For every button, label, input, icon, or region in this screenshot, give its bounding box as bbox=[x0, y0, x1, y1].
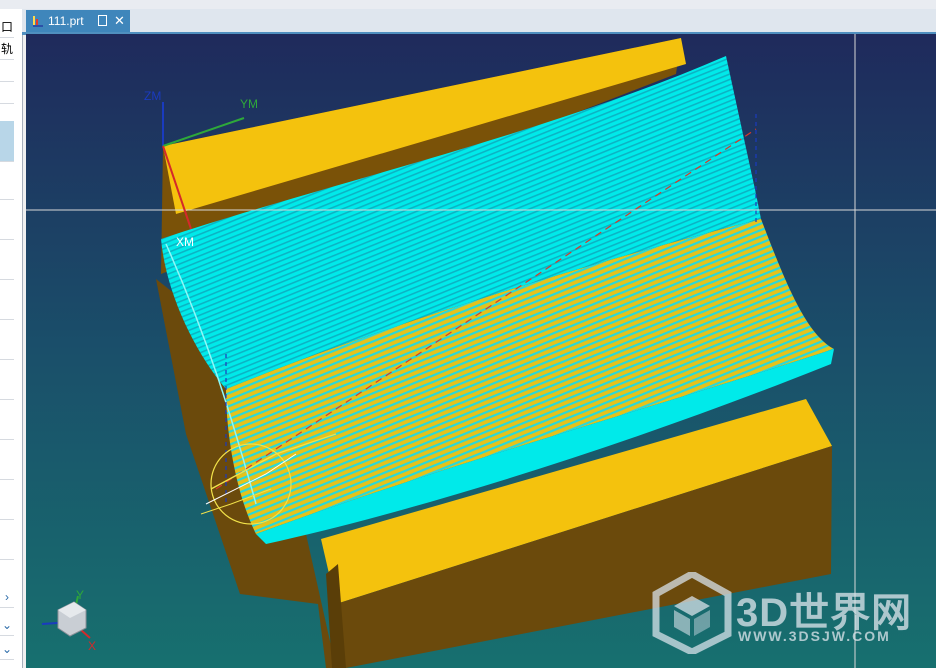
chevron-down-icon[interactable]: ⌄ bbox=[0, 615, 14, 636]
panel-row[interactable] bbox=[0, 219, 14, 240]
xm-axis-label: XM bbox=[176, 235, 194, 249]
navigator-panel: 口 轨 › ⌄ ⌄ bbox=[0, 9, 23, 668]
panel-row[interactable] bbox=[0, 179, 14, 200]
triad-y-label: Y bbox=[76, 588, 84, 602]
zm-axis-label: ZM bbox=[144, 89, 161, 103]
site-watermark: 3D世界网 WWW.3DSJW.COM bbox=[652, 569, 922, 656]
tab-111-prt[interactable]: 111.prt ✕ bbox=[26, 10, 130, 32]
close-icon[interactable]: ✕ bbox=[114, 10, 125, 32]
part-file-icon bbox=[33, 16, 43, 27]
panel-track-label[interactable]: 轨 bbox=[0, 39, 14, 60]
panel-row[interactable] bbox=[0, 459, 14, 480]
panel-row[interactable] bbox=[0, 299, 14, 320]
triad-x-label: X bbox=[88, 639, 96, 653]
ym-axis-label: YM bbox=[240, 97, 258, 111]
panel-row[interactable] bbox=[0, 539, 14, 560]
panel-row[interactable] bbox=[0, 259, 14, 280]
panel-row[interactable] bbox=[0, 61, 14, 82]
panel-row[interactable] bbox=[0, 83, 14, 104]
watermark-url: WWW.3DSJW.COM bbox=[738, 628, 891, 644]
panel-row[interactable] bbox=[0, 499, 14, 520]
panel-row-selected[interactable] bbox=[0, 141, 14, 162]
panel-row[interactable] bbox=[0, 419, 14, 440]
panel-row-selected[interactable] bbox=[0, 121, 14, 142]
document-tabbar: 111.prt ✕ bbox=[22, 9, 936, 35]
document-icon bbox=[98, 15, 107, 26]
scroll-right-arrow-icon[interactable]: › bbox=[0, 587, 14, 608]
cube-logo-icon bbox=[652, 569, 732, 656]
panel-box-glyph: 口 bbox=[0, 17, 14, 38]
tab-label: 111.prt bbox=[48, 14, 84, 28]
chevron-down-icon[interactable]: ⌄ bbox=[0, 639, 14, 660]
panel-row[interactable] bbox=[0, 339, 14, 360]
panel-row[interactable] bbox=[0, 379, 14, 400]
